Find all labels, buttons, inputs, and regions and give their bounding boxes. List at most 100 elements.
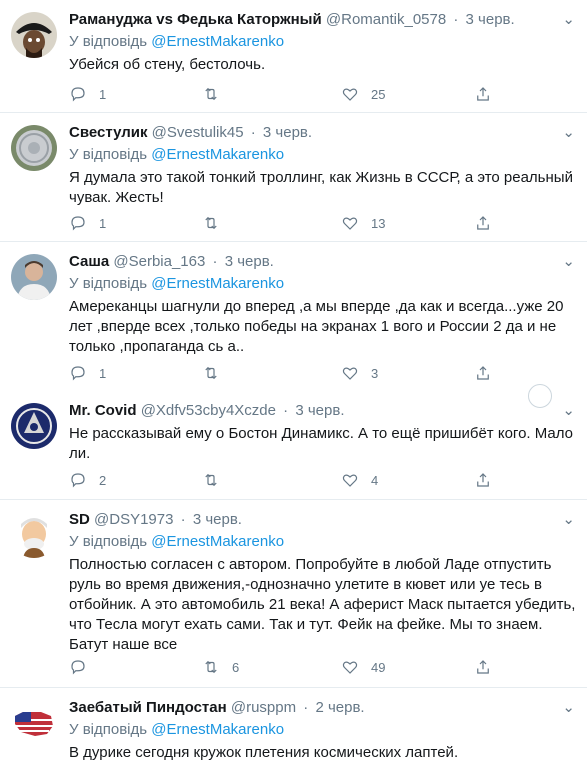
- tweet-actions: 1 25: [69, 84, 499, 104]
- reply-button[interactable]: 1: [69, 363, 106, 383]
- author-name[interactable]: Mr. Covid: [69, 402, 137, 419]
- retweet-icon: [205, 216, 217, 230]
- author-name[interactable]: SD: [69, 511, 90, 528]
- retweet-button[interactable]: [202, 363, 232, 383]
- retweet-count: 6: [232, 659, 240, 675]
- chevron-down-icon[interactable]: ⌄: [562, 401, 575, 421]
- share-icon: [477, 473, 489, 487]
- like-button[interactable]: 13: [341, 213, 385, 233]
- emblem-avatar-icon: [11, 403, 57, 449]
- chevron-down-icon[interactable]: ⌄: [562, 10, 575, 30]
- author-name[interactable]: Свестулик: [69, 124, 147, 141]
- reply-mention[interactable]: @ErnestMakarenko: [151, 146, 284, 163]
- reply-context: У відповідь @ErnestMakarenko: [69, 274, 577, 294]
- reply-count: 2: [99, 472, 107, 488]
- reply-count: 1: [99, 365, 107, 381]
- share-button[interactable]: [474, 213, 492, 233]
- reply-button[interactable]: [69, 657, 99, 677]
- reply-prefix: У відповідь: [69, 533, 148, 550]
- author-handle[interactable]: @Romantik_0578: [326, 11, 446, 28]
- reply-context: У відповідь @ErnestMakarenko: [69, 145, 577, 165]
- heart-icon: [342, 474, 358, 487]
- chevron-down-icon[interactable]: ⌄: [562, 698, 575, 718]
- retweet-button[interactable]: 6: [202, 657, 239, 677]
- author-handle[interactable]: @Serbia_163: [113, 253, 205, 270]
- reply-mention[interactable]: @ErnestMakarenko: [151, 275, 284, 292]
- author-name[interactable]: Саша: [69, 253, 109, 270]
- like-button[interactable]: 3: [341, 363, 378, 383]
- author-handle[interactable]: @Xdfv53cby4Xczde: [141, 402, 276, 419]
- tweet-date[interactable]: 3 черв.: [225, 253, 274, 270]
- tweet-card[interactable]: Заебатый Пиндостан @rusppm · 2 черв. ⌄ У…: [0, 688, 587, 764]
- author-name[interactable]: Рамануджа vs Федька Каторжный: [69, 11, 322, 28]
- tweet-actions: 1 13: [69, 213, 499, 233]
- tweet-date[interactable]: 3 черв.: [193, 511, 242, 528]
- reply-icon: [71, 660, 85, 675]
- reply-prefix: У відповідь: [69, 33, 148, 50]
- author-handle[interactable]: @Svestulik45: [152, 124, 244, 141]
- tweet-actions: 1 3: [69, 363, 499, 383]
- reply-button[interactable]: 2: [69, 470, 106, 490]
- share-button[interactable]: [474, 363, 492, 383]
- chevron-down-icon[interactable]: ⌄: [562, 123, 575, 143]
- tweet-actions: 2 4: [69, 470, 499, 490]
- like-count: 4: [371, 472, 379, 488]
- reply-count: 1: [99, 215, 107, 231]
- tweet-date[interactable]: 3 черв.: [295, 402, 344, 419]
- tweet-card[interactable]: Свестулик @Svestulik45 · 3 черв. ⌄ У від…: [0, 113, 587, 242]
- reply-button[interactable]: 1: [69, 84, 106, 104]
- reply-prefix: У відповідь: [69, 721, 148, 738]
- share-icon: [477, 366, 489, 380]
- reply-mention[interactable]: @ErnestMakarenko: [151, 533, 284, 550]
- avatar[interactable]: [11, 12, 57, 58]
- retweet-icon: [205, 473, 217, 487]
- tweet-header: Свестулик @Svestulik45 · 3 черв. ⌄: [69, 123, 577, 143]
- share-icon: [477, 660, 489, 674]
- like-button[interactable]: 25: [341, 84, 385, 104]
- like-count: 49: [371, 659, 386, 675]
- heart-icon: [342, 88, 358, 101]
- like-button[interactable]: 4: [341, 470, 378, 490]
- chevron-down-icon[interactable]: ⌄: [562, 252, 575, 272]
- retweet-icon: [205, 366, 217, 380]
- tweet-date[interactable]: 3 черв.: [466, 11, 515, 28]
- retweet-button[interactable]: [202, 470, 232, 490]
- man-portrait-avatar-icon: [11, 254, 57, 300]
- tweet-date[interactable]: 2 черв.: [315, 699, 364, 716]
- author-handle[interactable]: @rusppm: [231, 699, 296, 716]
- tweet-card[interactable]: Рамануджа vs Федька Каторжный @Romantik_…: [0, 0, 587, 113]
- like-button[interactable]: 49: [341, 657, 385, 677]
- avatar[interactable]: [11, 403, 57, 449]
- reply-mention[interactable]: @ErnestMakarenko: [151, 721, 284, 738]
- retweet-button[interactable]: [202, 213, 232, 233]
- like-count: 25: [371, 86, 386, 102]
- reply-context: У відповідь @ErnestMakarenko: [69, 720, 577, 740]
- reply-mention[interactable]: @ErnestMakarenko: [151, 33, 284, 50]
- reply-button[interactable]: 1: [69, 213, 106, 233]
- tweet-date[interactable]: 3 черв.: [263, 124, 312, 141]
- share-icon: [477, 87, 489, 101]
- share-button[interactable]: [474, 470, 492, 490]
- retweet-icon: [205, 87, 217, 101]
- heart-icon: [342, 217, 358, 230]
- reply-context: У відповідь @ErnestMakarenko: [69, 32, 577, 52]
- avatar[interactable]: [11, 512, 57, 558]
- share-button[interactable]: [474, 657, 492, 677]
- share-button[interactable]: [474, 84, 492, 104]
- tweet-text: Убейся об стену, бестолочь.: [69, 56, 266, 73]
- avatar[interactable]: [11, 700, 57, 746]
- avatar[interactable]: [11, 125, 57, 171]
- tweet-card[interactable]: Mr. Covid @Xdfv53cby4Xczde · 3 черв. ⌄ Н…: [0, 397, 587, 500]
- chevron-down-icon[interactable]: ⌄: [562, 510, 575, 530]
- avatar[interactable]: [11, 254, 57, 300]
- tweet-header: Mr. Covid @Xdfv53cby4Xczde · 3 черв. ⌄: [69, 401, 577, 421]
- author-name[interactable]: Заебатый Пиндостан: [69, 699, 227, 716]
- scroll-indicator[interactable]: [528, 384, 552, 408]
- tweet-text: В дурике сегодня кружок плетения космиче…: [69, 744, 459, 761]
- reply-prefix: У відповідь: [69, 275, 148, 292]
- tweet-card[interactable]: SD @DSY1973 · 3 черв. ⌄ У відповідь @Ern…: [0, 500, 587, 688]
- heart-icon: [342, 661, 358, 674]
- author-handle[interactable]: @DSY1973: [94, 511, 173, 528]
- retweet-button[interactable]: [202, 84, 232, 104]
- tweet-card[interactable]: Саша @Serbia_163 · 3 черв. ⌄ У відповідь…: [0, 242, 587, 397]
